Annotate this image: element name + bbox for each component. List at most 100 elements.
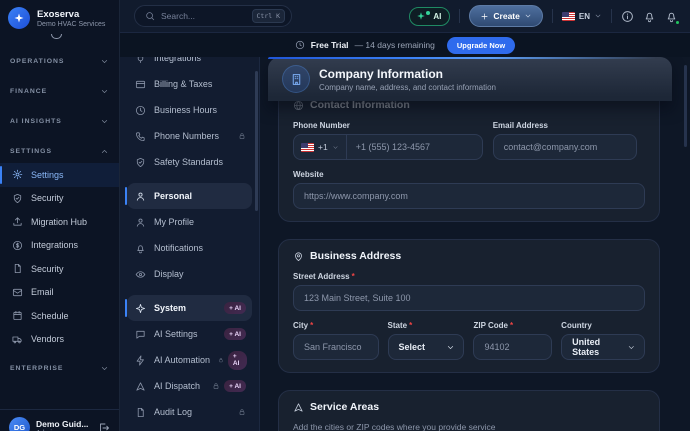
state-value: Select xyxy=(399,342,426,352)
settings-nav-ai-settings[interactable]: AI Settings + AI xyxy=(127,321,252,347)
website-input[interactable] xyxy=(293,183,645,209)
phone-label: Phone Number xyxy=(293,121,483,130)
sidebar-section-operations[interactable]: OPERATIONS xyxy=(0,53,119,69)
settings-nav-phone-numbers[interactable]: Phone Numbers xyxy=(127,123,252,149)
sidebar-item-security[interactable]: Security xyxy=(0,187,119,211)
settings-nav-ai-dispatch[interactable]: AI Dispatch + AI xyxy=(127,373,252,399)
settings-nav-display[interactable]: Display xyxy=(127,261,252,287)
sidebar-item-settings[interactable]: Settings xyxy=(0,163,119,187)
sidebar-item-vendors[interactable]: Vendors xyxy=(0,328,119,352)
settings-nav-notifications[interactable]: Notifications xyxy=(127,235,252,261)
settings-nav-safety-standards[interactable]: Safety Standards xyxy=(127,149,252,175)
business-address-card: Business Address Street Address* City* xyxy=(278,239,660,373)
phone-field: +1 xyxy=(293,134,483,160)
ai-badge: + AI xyxy=(228,351,247,370)
settings-nav-billing-taxes[interactable]: Billing & Taxes xyxy=(127,71,252,97)
create-button[interactable]: Create xyxy=(469,5,542,27)
ai-sparkle-icon xyxy=(416,11,426,21)
sidebar-item-migration-hub[interactable]: Migration Hub xyxy=(0,210,119,234)
help-icon[interactable] xyxy=(621,10,634,23)
sparkle-icon xyxy=(135,303,146,314)
global-search[interactable]: Ctrl K xyxy=(134,5,292,27)
settings-nav-label: Phone Numbers xyxy=(154,131,219,141)
sidebar-section-settings[interactable]: SETTINGS xyxy=(0,143,119,159)
city-input[interactable] xyxy=(293,334,379,360)
section-label: ENTERPRISE xyxy=(10,365,63,372)
ai-badge: + AI xyxy=(224,302,246,314)
state-select[interactable]: Select xyxy=(388,334,465,360)
sidebar-item-label: Security xyxy=(31,193,64,203)
alerts-bell-icon[interactable] xyxy=(665,10,678,23)
country-label: Country xyxy=(561,321,645,330)
ai-status-pill[interactable]: AI xyxy=(409,7,450,26)
settings-nav-personal[interactable]: Personal xyxy=(127,183,252,209)
settings-nav-label: Notifications xyxy=(154,243,203,253)
search-input[interactable] xyxy=(161,11,246,21)
sidebar-item-schedule[interactable]: Schedule xyxy=(0,304,119,328)
zip-input[interactable] xyxy=(473,334,552,360)
chevron-down-icon xyxy=(524,12,532,20)
brand[interactable]: Exoserva Demo HVAC Services xyxy=(0,0,119,33)
service-area-icon xyxy=(293,402,304,413)
country-select[interactable]: United States xyxy=(561,334,645,360)
sidebar-item-integrations[interactable]: Integrations xyxy=(0,234,119,258)
chevron-down-icon xyxy=(100,117,109,126)
settings-nav-audit-log[interactable]: Audit Log xyxy=(127,399,252,425)
page-title: Company Information xyxy=(319,67,496,81)
settings-nav-label: Audit Log xyxy=(154,407,192,417)
upgrade-now-button[interactable]: Upgrade Now xyxy=(447,37,515,54)
language-selector[interactable]: EN xyxy=(562,12,602,21)
settings-nav-my-profile[interactable]: My Profile xyxy=(127,209,252,235)
country-value: United States xyxy=(572,337,627,357)
email-input[interactable] xyxy=(493,134,638,160)
clock-icon xyxy=(135,105,146,116)
required-mark: * xyxy=(510,321,513,330)
sidebar-item-email[interactable]: Email xyxy=(0,281,119,305)
phone-icon xyxy=(135,131,146,142)
lock-icon xyxy=(238,132,246,140)
settings-nav-system[interactable]: System + AI xyxy=(127,295,252,321)
sidebar-item-label: Settings xyxy=(31,170,64,180)
sidebar-item-label: Email xyxy=(31,287,54,297)
chevron-down-icon xyxy=(100,57,109,66)
settings-nav-business-hours[interactable]: Business Hours xyxy=(127,97,252,123)
divider xyxy=(611,9,612,23)
section-label: OPERATIONS xyxy=(10,58,64,65)
sidebar-section-ai-insights[interactable]: AI INSIGHTS xyxy=(0,113,119,129)
globe-icon xyxy=(293,100,304,111)
divider xyxy=(552,9,553,23)
lightning-icon xyxy=(135,355,146,366)
settings-nav-ai-automation[interactable]: AI Automation + AI xyxy=(127,347,252,373)
sidebar-item-security-2[interactable]: Security xyxy=(0,257,119,281)
notifications-bell-icon[interactable] xyxy=(643,10,656,23)
main-scrollbar[interactable] xyxy=(684,65,687,147)
settings-nav-label: AI Automation xyxy=(154,355,210,365)
settings-nav-label: Display xyxy=(154,269,184,279)
ai-label: AI xyxy=(433,12,441,21)
logout-icon[interactable] xyxy=(98,422,110,431)
sidebar-section-finance[interactable]: FINANCE xyxy=(0,83,119,99)
service-areas-card: Service Areas Add the cities or ZIP code… xyxy=(278,390,660,431)
sidebar-item-label: Vendors xyxy=(31,334,64,344)
document-icon xyxy=(135,407,146,418)
primary-sidebar: Exoserva Demo HVAC Services OPERATIONS F… xyxy=(0,0,120,431)
chevron-down-icon xyxy=(332,144,339,151)
language-code: EN xyxy=(579,12,590,21)
user-profile[interactable]: DG Demo Guid... Admin xyxy=(0,409,119,431)
country-code-select[interactable]: +1 xyxy=(294,135,347,159)
phone-input[interactable] xyxy=(347,142,482,152)
city-label: City* xyxy=(293,321,379,330)
settings-nav-scrollbar[interactable] xyxy=(255,71,258,211)
divider xyxy=(459,9,460,23)
sidebar-item-label: Schedule xyxy=(31,311,69,321)
building-icon xyxy=(290,73,303,86)
main-panel: Company Information Company name, addres… xyxy=(260,57,690,431)
shield-check-icon xyxy=(12,193,23,204)
sidebar-section-enterprise[interactable]: ENTERPRISE xyxy=(0,360,119,376)
required-mark: * xyxy=(409,321,412,330)
street-input[interactable] xyxy=(293,285,645,311)
section-title: Business Address xyxy=(310,250,401,262)
website-label: Website xyxy=(293,170,645,179)
mail-icon xyxy=(12,287,23,298)
search-icon xyxy=(145,11,155,21)
